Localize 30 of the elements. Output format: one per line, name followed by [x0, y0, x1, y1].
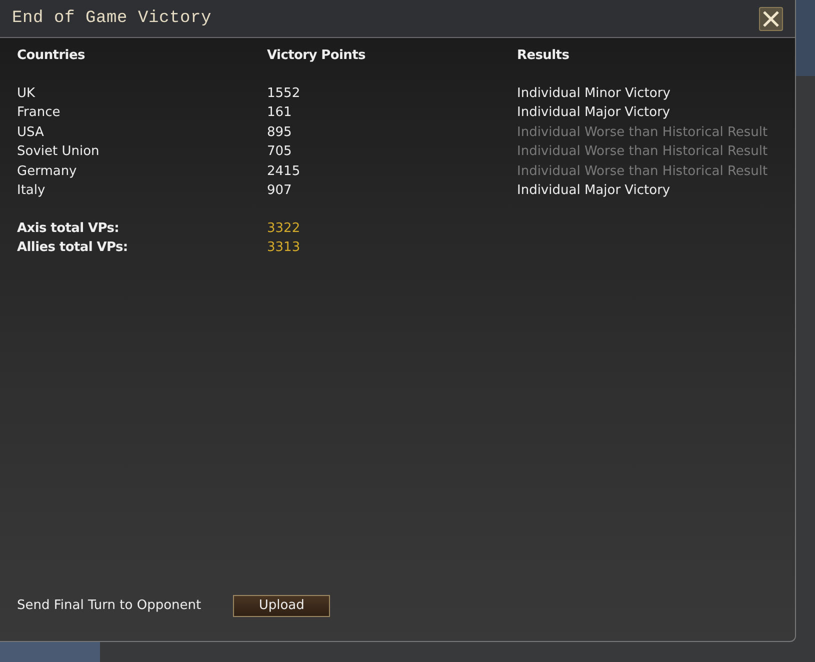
column-header: Victory Points [267, 48, 366, 63]
result-text: Individual Minor Victory [517, 86, 670, 100]
result-text: Individual Worse than Historical Result [517, 124, 768, 140]
country-name: USA [17, 124, 44, 140]
upload-button[interactable]: Upload [233, 595, 330, 617]
result-text: Individual Major Victory [517, 183, 670, 198]
total-value: 3322 [267, 220, 300, 236]
column-header: Results [517, 48, 570, 63]
result-text: Individual Major Victory [517, 105, 670, 120]
country-name: Germany [17, 164, 77, 178]
window-title: End of Game Victory [12, 8, 212, 30]
victory-points: 907 [267, 183, 292, 198]
total-label: Axis total VPs: [17, 220, 120, 236]
upload-label: Send Final Turn to Opponent [17, 597, 202, 616]
column-header: Countries [17, 48, 85, 63]
victory-points: 2415 [267, 164, 300, 178]
total-label: Allies total VPs: [17, 240, 128, 255]
country-name: UK [17, 86, 36, 100]
country-name: France [17, 105, 60, 120]
close-icon [762, 10, 780, 28]
close-button[interactable] [759, 6, 783, 30]
victory-points: 1552 [267, 86, 300, 100]
total-value: 3313 [267, 240, 300, 255]
victory-points: 895 [267, 124, 292, 140]
country-name: Italy [17, 183, 46, 198]
result-text: Individual Worse than Historical Result [517, 144, 768, 159]
victory-points: 161 [267, 105, 292, 120]
result-text: Individual Worse than Historical Result [517, 164, 768, 178]
country-name: Soviet Union [17, 144, 100, 159]
victory-points: 705 [267, 144, 292, 159]
